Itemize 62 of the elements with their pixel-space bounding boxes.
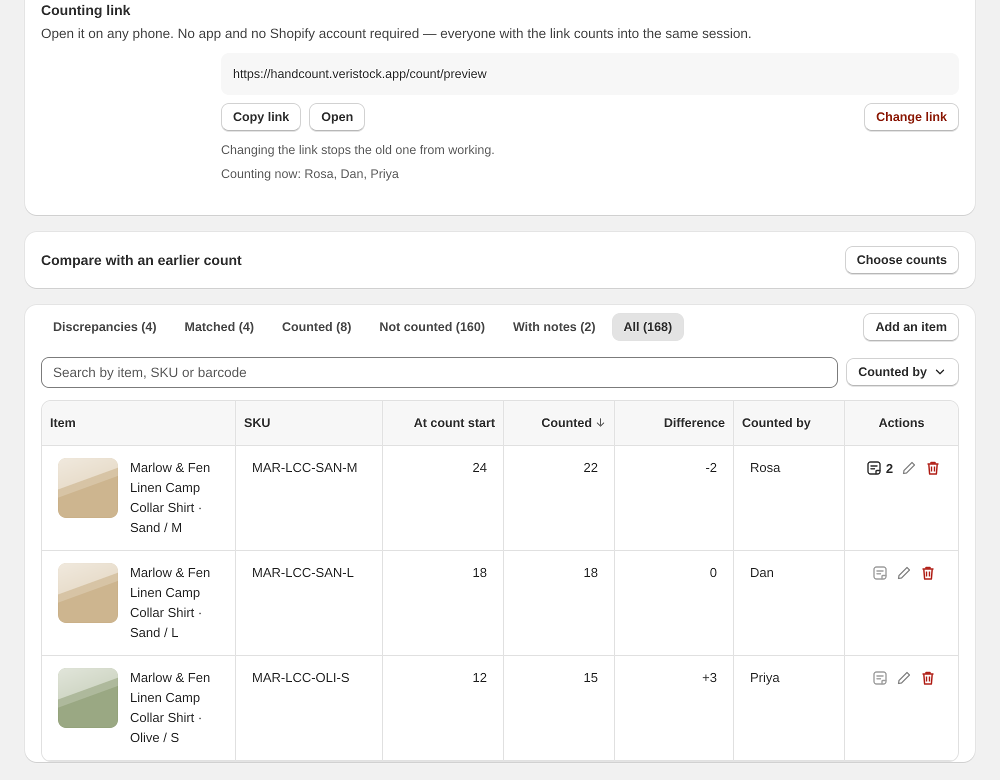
item-name: Marlow & Fen Linen Camp Collar Shirt · Sand / M — [130, 459, 212, 537]
counting-now-text: Counting now: Rosa, Dan, Priya — [221, 167, 400, 181]
table-cell: Rosa — [734, 446, 845, 551]
table-cell: 12 — [383, 656, 504, 761]
description-text: Open it on any phone. No app and no Shopify account required — everyone with the link counts into the same session. — [41, 26, 753, 41]
edit-button[interactable] — [901, 460, 918, 476]
column-header: Actions — [845, 401, 958, 446]
change-link-button[interactable]: Change link — [864, 103, 959, 131]
item-name: Marlow & Fen Linen Camp Collar Shirt · Olive / S — [130, 669, 212, 747]
delete-button[interactable] — [920, 565, 936, 581]
pencil-icon — [896, 670, 912, 686]
note-icon — [872, 565, 888, 581]
table-cell: 24 — [383, 446, 504, 551]
column-header[interactable]: Counted — [504, 401, 615, 446]
filter-tab[interactable]: Not counted (160) — [367, 313, 497, 341]
sku-cell: MAR-LCC-SAN-M — [236, 446, 383, 551]
table-cell: 18 — [383, 551, 504, 656]
delete-button[interactable] — [920, 670, 936, 686]
filter-tab[interactable]: All (168) — [612, 313, 684, 341]
card-title: Compare with an earlier count — [41, 252, 242, 268]
delete-button[interactable] — [925, 460, 942, 476]
sku-cell: MAR-LCC-OLI-S — [236, 656, 383, 761]
trash-icon — [925, 460, 942, 476]
trash-icon — [920, 565, 936, 581]
table-cell: Priya — [734, 656, 845, 761]
filter-tab[interactable]: Discrepancies (4) — [41, 313, 169, 341]
notes-button[interactable] — [872, 670, 888, 686]
sku-cell: MAR-LCC-SAN-L — [236, 551, 383, 656]
column-header: At count start — [383, 401, 504, 446]
item-name: Marlow & Fen Linen Camp Collar Shirt · Sand / L — [130, 564, 212, 642]
link-url-field: https://handcount.veristock.app/count/preview — [221, 53, 959, 95]
notes-button[interactable]: 2 — [866, 460, 894, 476]
pencil-icon — [901, 460, 918, 476]
card-title: Counting link — [41, 2, 132, 18]
notes-button[interactable] — [872, 565, 888, 581]
table-cell: 15 — [504, 656, 615, 761]
table-cell: 22 — [504, 446, 615, 551]
column-header: Difference — [615, 401, 734, 446]
choose-counts-button[interactable]: Choose counts — [844, 246, 959, 274]
note-icon — [872, 670, 888, 686]
copy-link-button[interactable]: Copy link — [221, 103, 302, 131]
open-button[interactable]: Open — [309, 103, 366, 131]
table-cell: Dan — [734, 551, 845, 656]
edit-button[interactable] — [896, 670, 912, 686]
add-item-button[interactable]: Add an item — [863, 313, 959, 341]
note-icon — [866, 460, 882, 476]
counted-by-dropdown[interactable]: Counted by — [846, 358, 959, 386]
filter-tab[interactable]: Counted (8) — [270, 313, 364, 341]
filter-tab[interactable]: Matched (4) — [172, 313, 266, 341]
trash-icon — [920, 670, 936, 686]
warning-text: Changing the link stops the old one from working. — [221, 143, 496, 157]
pencil-icon — [896, 565, 912, 581]
filter-tab[interactable]: With notes (2) — [500, 313, 608, 341]
edit-button[interactable] — [896, 565, 912, 581]
table-cell: +3 — [615, 656, 734, 761]
column-header: Counted by — [734, 401, 845, 446]
search-field[interactable]: Search by item, SKU or barcode — [41, 357, 838, 388]
column-header: Item — [42, 401, 236, 446]
table-cell: 18 — [504, 551, 615, 656]
column-header: SKU — [236, 401, 383, 446]
table-cell: 0 — [615, 551, 734, 656]
table-cell: -2 — [615, 446, 734, 551]
